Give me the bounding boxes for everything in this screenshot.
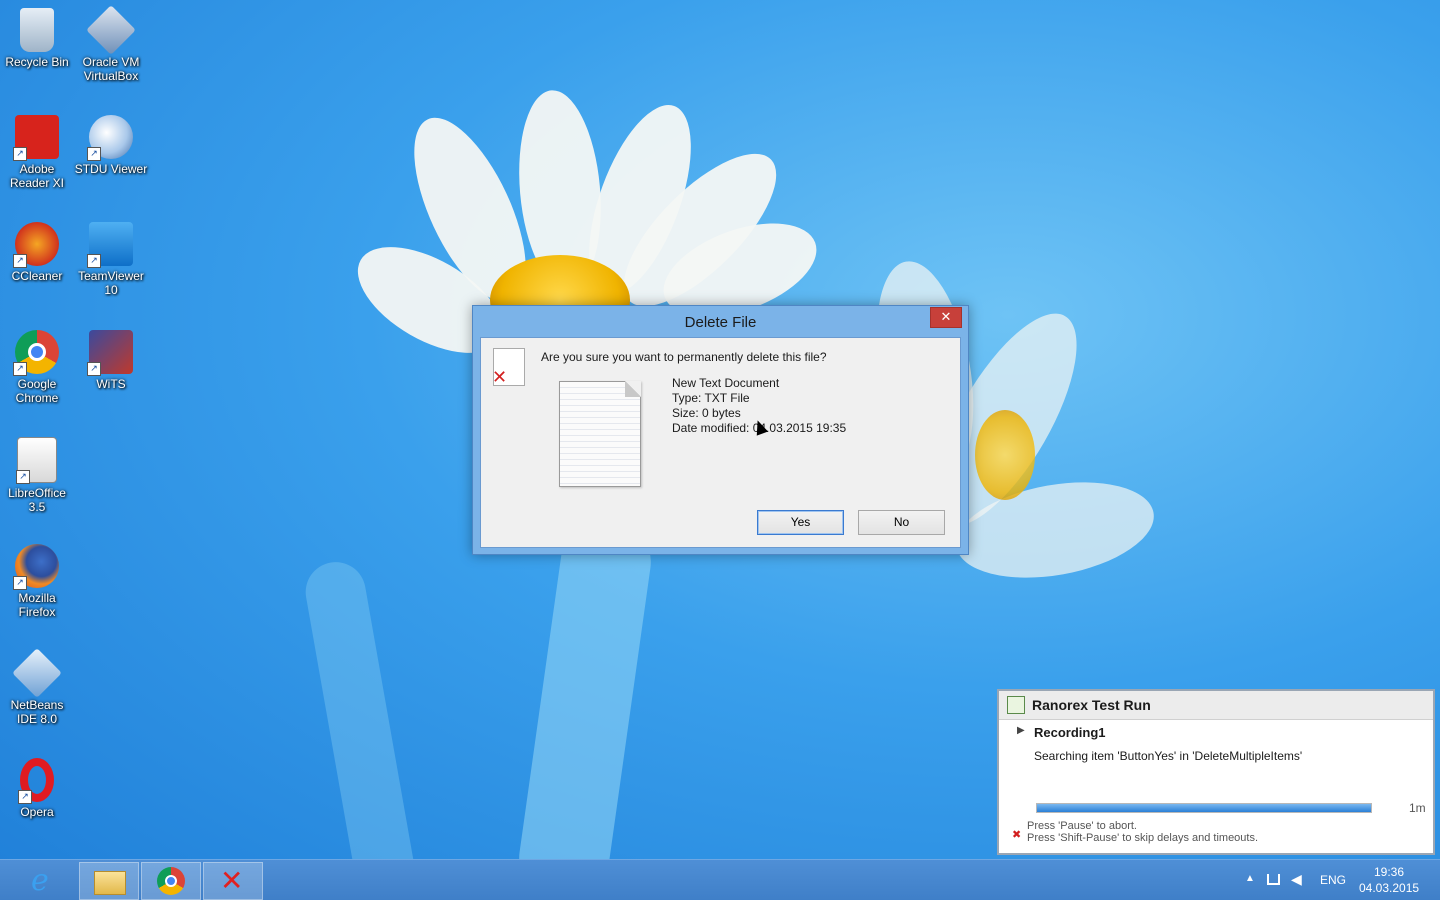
chrome-icon: ↗ [13,330,59,376]
desktop-icon-teamviewer[interactable]: ↗ TeamViewer 10 [74,222,148,297]
volume-icon[interactable]: ◀ [1291,871,1302,888]
clock-time[interactable]: 19:36 [1374,865,1404,879]
desktop-icon-wits[interactable]: ↗ WiTS [74,330,148,391]
ranorex-test-run-panel: Ranorex Test Run ▶ Recording1 Searching … [997,689,1435,855]
ccleaner-icon: ↗ [13,222,59,268]
network-icon[interactable] [1267,874,1280,885]
desktop-icon-opera[interactable]: ↗ Opera [0,758,74,819]
firefox-icon: ↗ [13,544,59,590]
desktop-icon-label: Mozilla Firefox [18,591,56,619]
desktop-icon-label: NetBeans IDE 8.0 [10,698,64,726]
yes-button[interactable]: Yes [757,510,844,535]
shortcut-arrow-icon: ↗ [87,147,101,161]
ranorex-title: Ranorex Test Run [1032,697,1151,713]
shortcut-arrow-icon: ↗ [87,254,101,268]
desktop-icon-adobe-reader[interactable]: ↗ Adobe Reader XI [0,115,74,190]
shortcut-arrow-icon: ↗ [13,254,27,268]
show-hidden-icons-arrow[interactable]: ▲ [1245,873,1255,884]
file-name: New Text Document [672,376,780,390]
delete-file-icon: ✕ [492,348,525,387]
desktop-icon-recycle-bin[interactable]: Recycle Bin [0,8,74,69]
taskbar-file-explorer[interactable] [79,862,139,900]
netbeans-icon [12,648,62,698]
ranorex-hint-abort: Press 'Pause' to abort. [1027,820,1137,832]
recycle-bin-icon [20,8,54,52]
desktop-icon-label: TeamViewer 10 [78,269,144,297]
desktop-icon-libreoffice[interactable]: ↗ LibreOffice 3.5 [0,437,74,514]
shortcut-arrow-icon: ↗ [87,362,101,376]
opera-icon: ↗ [18,758,54,804]
wits-icon: ↗ [87,330,133,376]
no-button[interactable]: No [858,510,945,535]
recording-name: Recording1 [1034,725,1106,740]
desktop-icon-stdu-viewer[interactable]: ↗ STDU Viewer [74,115,148,176]
desktop-icon-firefox[interactable]: ↗ Mozilla Firefox [0,544,74,619]
shortcut-arrow-icon: ↗ [13,147,27,161]
ranorex-header: Ranorex Test Run [999,691,1433,720]
desktop-icon-label: Recycle Bin [5,55,69,69]
desktop-icon-label: Opera [20,805,54,819]
ranorex-hint-skip: Press 'Shift-Pause' to skip delays and t… [1027,832,1259,844]
taskbar-ranorex[interactable]: ✕ [203,862,263,900]
desktop-icon-virtualbox[interactable]: Oracle VM VirtualBox [74,5,148,83]
stdu-viewer-icon: ↗ [87,115,133,161]
dialog-title: Delete File [684,314,757,331]
taskbar-google-chrome[interactable] [141,862,201,900]
taskbar-internet-explorer[interactable]: e [16,862,74,898]
shortcut-arrow-icon: ↗ [16,470,30,484]
desktop-icon-label: STDU Viewer [74,162,148,176]
ranorex-status: Searching item 'ButtonYes' in 'DeleteMul… [1034,749,1303,763]
ranorex-progress-bar [1036,803,1372,813]
stop-icon: ✖ [1012,829,1022,841]
play-icon: ▶ [1017,725,1025,736]
file-type: Type: TXT File [672,391,750,405]
virtualbox-icon [86,5,136,55]
close-button[interactable]: ✕ [930,307,962,328]
dialog-body: ✕ Are you sure you want to permanently d… [480,337,961,548]
libreoffice-icon: ↗ [16,437,57,484]
shortcut-arrow-icon: ↗ [13,576,27,590]
desktop-icon-ccleaner[interactable]: ↗ CCleaner [0,222,74,283]
adobe-reader-icon: ↗ [13,115,59,161]
teamviewer-icon: ↗ [87,222,133,268]
ranorex-progress-fill [1037,804,1371,812]
file-size: Size: 0 bytes [672,406,741,420]
taskbar: e ✕ ▲ ◀ ENG 19:36 04.03.2015 [0,859,1440,900]
ranorex-progress-time: 1m [1409,801,1426,815]
internet-explorer-icon: e [31,863,49,898]
desktop-icon-label: WiTS [96,377,126,391]
delete-file-dialog: Delete File ✕ ✕ Are you sure you want to… [472,305,969,555]
desktop-icon-google-chrome[interactable]: ↗ Google Chrome [0,330,74,405]
desktop-icon-label: Oracle VM VirtualBox [82,55,140,83]
desktop-icon-netbeans[interactable]: NetBeans IDE 8.0 [0,648,74,726]
language-indicator[interactable]: ENG [1320,873,1346,887]
shortcut-arrow-icon: ↗ [13,362,27,376]
dialog-question: Are you sure you want to permanently del… [541,350,827,364]
shortcut-arrow-icon: ↗ [18,790,32,804]
desktop-icon-label: Google Chrome [15,377,59,405]
ranorex-logo-icon [1007,696,1025,714]
desktop-icon-label: Adobe Reader XI [9,162,65,190]
text-document-icon [559,381,641,487]
chrome-icon [157,867,185,895]
file-explorer-icon [94,871,126,895]
desktop-icon-label: CCleaner [11,269,63,283]
clock-date[interactable]: 04.03.2015 [1359,881,1419,895]
ranorex-icon: ✕ [220,864,244,897]
desktop-icon-label: LibreOffice 3.5 [8,486,66,514]
